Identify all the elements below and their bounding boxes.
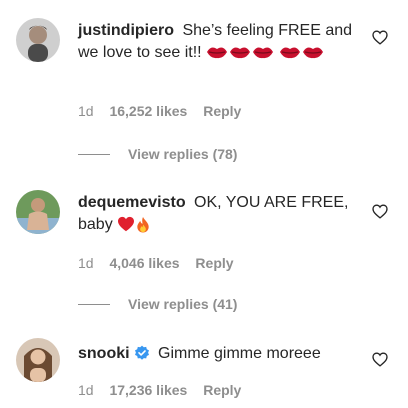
reply-button[interactable]: Reply	[195, 255, 233, 271]
comment-meta: 1d 4,046 likes Reply	[78, 255, 246, 271]
comment-meta: 1d 17,236 likes Reply	[78, 382, 253, 398]
comment-username[interactable]: dequemevisto	[78, 194, 186, 211]
view-replies-label: View replies (41)	[128, 296, 238, 312]
comment-time[interactable]: 1d	[78, 255, 94, 271]
comment-likes[interactable]: 17,236 likes	[109, 382, 187, 398]
avatar[interactable]	[16, 338, 60, 382]
view-replies-label: View replies (78)	[128, 146, 238, 162]
view-replies-button[interactable]: View replies (41)	[78, 296, 237, 312]
lips-emoji	[230, 47, 251, 59]
heart-icon[interactable]	[372, 30, 388, 50]
comment-likes[interactable]: 16,252 likes	[109, 103, 187, 119]
comment-time[interactable]: 1d	[78, 103, 94, 119]
comment-username[interactable]: justindipiero	[78, 22, 174, 39]
comment-text: Gimme gimme moreee	[153, 345, 321, 362]
fire-emoji	[137, 216, 149, 233]
reply-button[interactable]: Reply	[203, 103, 241, 119]
avatar[interactable]	[16, 190, 60, 234]
comment-likes[interactable]: 4,046 likes	[109, 255, 179, 271]
reply-button[interactable]: Reply	[203, 382, 241, 398]
comment-body: dequemevisto OK, YOU ARE FREE, baby	[78, 192, 358, 236]
comment-username[interactable]: snooki	[78, 345, 130, 362]
lips-emoji	[207, 47, 228, 59]
red-heart-emoji	[118, 216, 135, 232]
view-replies-button[interactable]: View replies (78)	[78, 146, 237, 162]
comment-meta: 1d 16,252 likes Reply	[78, 103, 253, 119]
lips-emoji	[279, 47, 300, 59]
verified-badge-icon	[134, 345, 150, 368]
comment-body: justindipiero She’s feeling FREE and we …	[78, 20, 358, 64]
emoji-group	[279, 44, 324, 60]
lips-emoji	[302, 47, 323, 59]
comments-list: justindipiero She’s feeling FREE and we …	[0, 0, 408, 408]
divider-line	[78, 153, 110, 155]
comment-body: snooki Gimme gimme moreee	[78, 343, 358, 368]
heart-icon[interactable]	[372, 204, 388, 224]
emoji-group	[206, 44, 274, 60]
comment-time[interactable]: 1d	[78, 382, 94, 398]
heart-icon[interactable]	[372, 352, 388, 372]
lips-emoji	[253, 47, 274, 59]
emoji-group	[117, 216, 150, 233]
divider-line	[78, 303, 110, 305]
avatar[interactable]	[16, 18, 60, 62]
